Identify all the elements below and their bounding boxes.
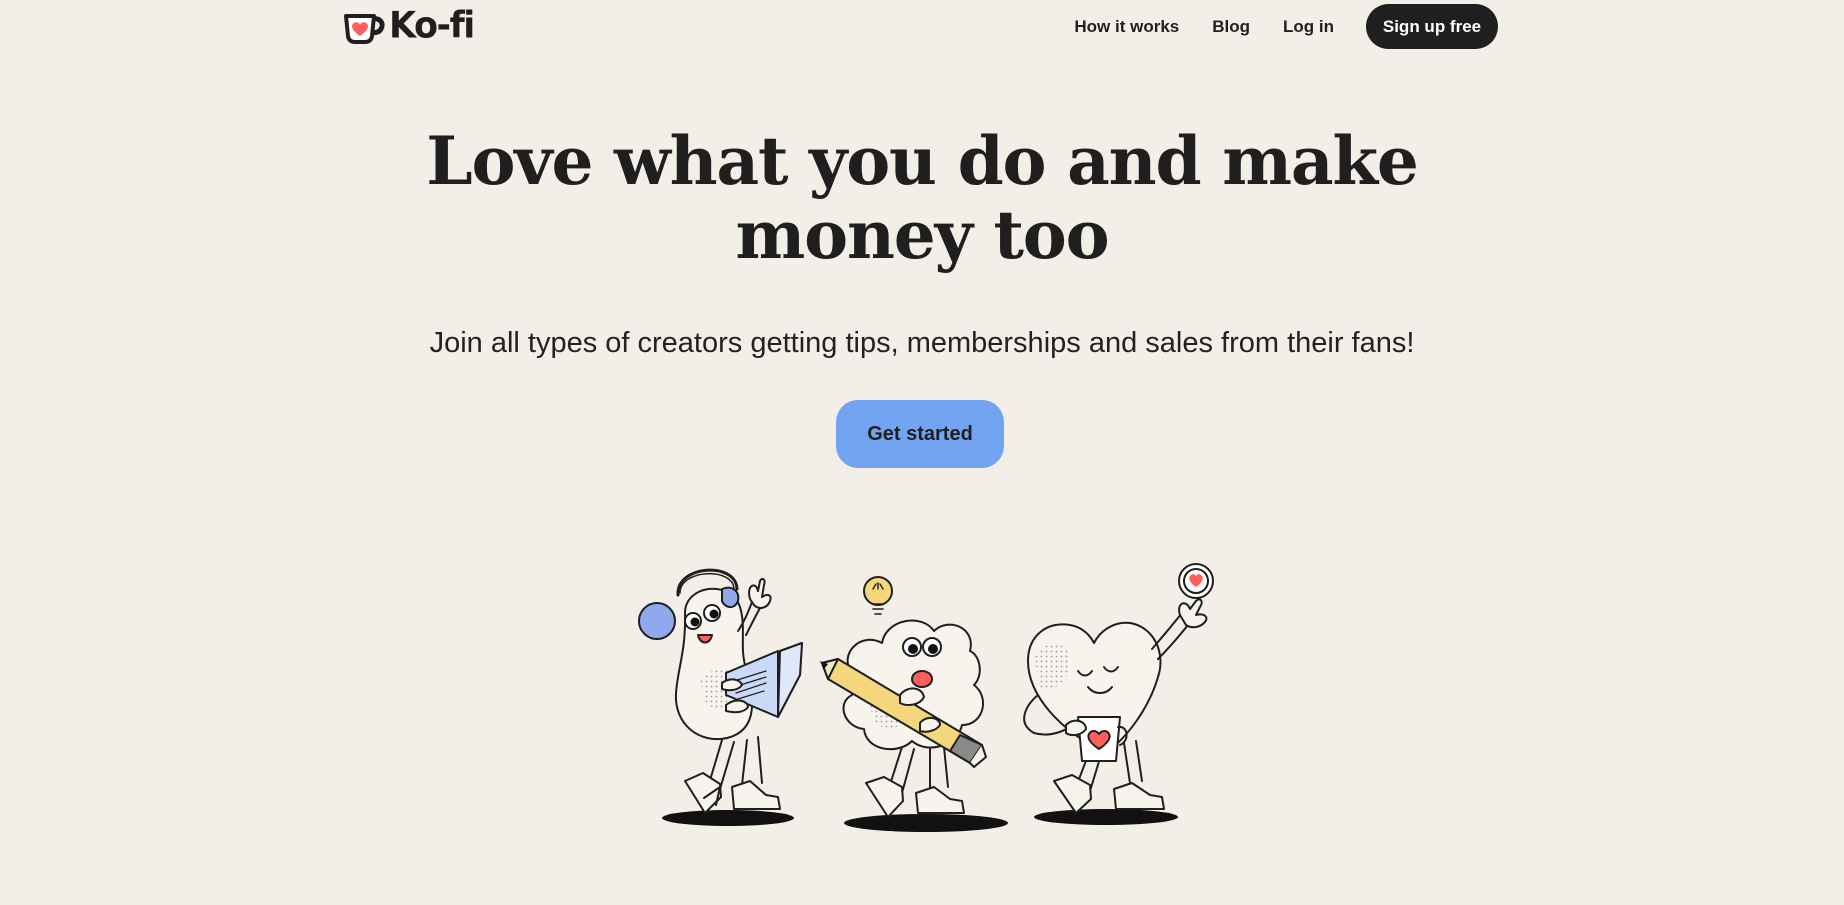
nav-blog[interactable]: Blog: [1212, 17, 1250, 37]
heart-mug-character: [1023, 563, 1214, 825]
laptop-creator-character: [638, 568, 803, 826]
hero-title-line-1: Love what you do and make: [426, 122, 1419, 200]
pencil-creator-character: [820, 576, 1008, 832]
main-nav: How it works Blog Log in Sign up free: [1074, 4, 1498, 49]
get-started-button[interactable]: Get started: [836, 400, 1004, 468]
hero-subtitle: Join all types of creators getting tips,…: [429, 327, 1415, 359]
sign-up-free-button[interactable]: Sign up free: [1366, 4, 1498, 49]
nav-log-in[interactable]: Log in: [1283, 17, 1334, 37]
creators-illustration: [630, 555, 1220, 835]
site-header: Ko-fi How it works Blog Log in Sign up f…: [0, 0, 1844, 54]
nav-how-it-works[interactable]: How it works: [1074, 17, 1179, 37]
hero-title: Love what you do and make money too: [0, 124, 1844, 272]
hero-title-line-2: money too: [735, 196, 1110, 274]
creators-illustration-art: [638, 563, 1214, 832]
logo-wordmark: Ko-fi: [389, 4, 475, 47]
ko-fi-mug-heart-icon: [344, 14, 385, 44]
ko-fi-logo[interactable]: Ko-fi: [343, 4, 475, 48]
